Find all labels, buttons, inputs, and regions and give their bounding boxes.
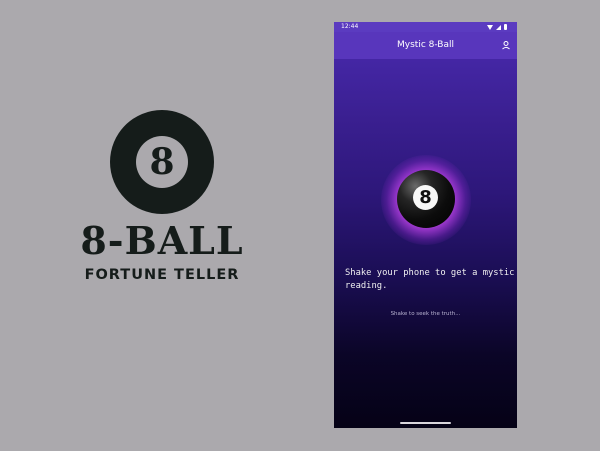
brand-title: 8-BALL — [80, 218, 244, 263]
eight-ball-logo-icon: 8 — [110, 110, 214, 214]
ball-numeral: 8 — [413, 185, 438, 210]
brand-logo: 8 8-BALL FORTUNE TELLER — [76, 110, 248, 290]
eight-ball-icon: 8 — [397, 170, 455, 228]
signal-icon — [496, 24, 501, 30]
app-title: Mystic 8-Ball — [397, 40, 454, 50]
reading-text: Shake your phone to get a mystic reading… — [345, 268, 515, 291]
settings-icon[interactable] — [501, 40, 511, 50]
phone-screen: 12:44 Mystic 8-Ball 8 Shake your phone t… — [334, 22, 517, 428]
status-bar: 12:44 — [334, 22, 517, 32]
status-icons — [487, 24, 507, 30]
brand-subtitle: FORTUNE TELLER — [84, 267, 240, 283]
eight-ball[interactable]: 8 — [381, 155, 471, 245]
wifi-icon — [487, 24, 493, 30]
battery-icon — [504, 24, 507, 30]
home-indicator[interactable] — [400, 422, 451, 424]
logo-numeral: 8 — [136, 136, 188, 188]
app-bar: Mystic 8-Ball — [334, 32, 517, 59]
status-time: 12:44 — [341, 23, 359, 30]
hint-text: Shake to seek the truth... — [390, 311, 461, 317]
